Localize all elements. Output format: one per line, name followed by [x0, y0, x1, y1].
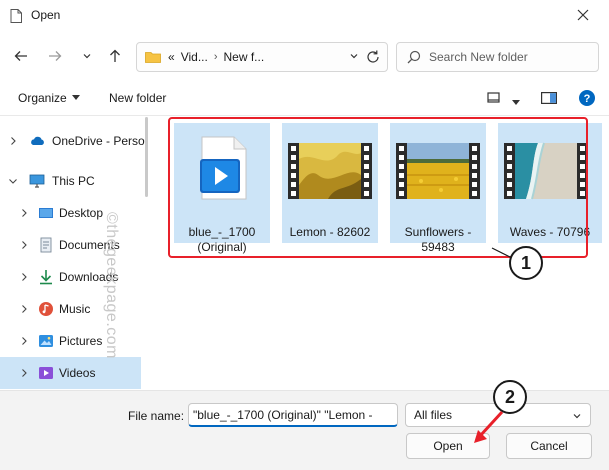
watermark: ©thegeekpage.com [103, 212, 120, 359]
file-name-field[interactable]: "blue_-_1700 (Original)" "Lemon - [188, 403, 398, 427]
view-options-button[interactable] [512, 95, 520, 109]
navigation-pane: OneDrive - Perso This PC Desktop Documen… [0, 117, 152, 390]
view-icon [487, 92, 500, 103]
file-name: Sunflowers - 59483 [404, 225, 472, 254]
search-box[interactable] [396, 42, 599, 72]
videos-icon [39, 367, 53, 379]
breadcrumb-overflow[interactable]: « [168, 50, 175, 64]
search-input[interactable] [429, 50, 589, 64]
chevron-right-icon[interactable] [19, 272, 29, 282]
help-button[interactable]: ? [579, 90, 595, 109]
desktop-icon [39, 208, 53, 218]
video-file-icon [200, 136, 247, 200]
forward-button[interactable] [44, 45, 66, 67]
recent-locations-button[interactable] [76, 45, 98, 67]
step-marker-1: 1 [509, 246, 543, 280]
chevron-right-icon[interactable] [19, 368, 29, 378]
close-icon [577, 9, 589, 21]
monitor-icon [29, 174, 45, 188]
music-icon [39, 302, 53, 316]
arrow-left-icon [14, 51, 27, 61]
chevron-right-icon[interactable] [19, 336, 29, 346]
sidebar-item-videos[interactable]: Videos [0, 357, 141, 389]
chevron-right-icon[interactable] [19, 208, 29, 218]
chevron-down-icon [573, 414, 581, 419]
search-icon [407, 50, 421, 64]
breadcrumb-item[interactable]: New f... [224, 50, 265, 64]
file-item[interactable]: Lemon - 82602 [282, 123, 378, 243]
address-row: « Vid... › New f... [0, 30, 609, 82]
caret-down-icon [512, 100, 520, 105]
back-button[interactable] [10, 45, 32, 67]
file-name: Lemon - 82602 [289, 225, 371, 239]
chevron-right-icon[interactable] [19, 304, 29, 314]
document-icon [10, 9, 22, 23]
cancel-button[interactable]: Cancel [506, 433, 592, 459]
download-icon [40, 270, 52, 285]
folder-icon [145, 52, 161, 63]
sidebar-item-this-pc[interactable]: This PC [0, 165, 141, 197]
breadcrumb-item[interactable]: Vid... [181, 50, 208, 64]
organize-button[interactable]: Organize [18, 91, 80, 105]
sidebar-item-onedrive[interactable]: OneDrive - Perso [0, 125, 145, 157]
file-list: blue_-_1700 (Original) Lemon - 82602 Sun… [158, 117, 609, 390]
preview-pane-button[interactable] [541, 92, 558, 107]
chevron-right-icon[interactable]: › [214, 51, 218, 63]
svg-text:?: ? [584, 93, 591, 105]
arrow-pointer-icon [474, 410, 504, 443]
view-button[interactable] [487, 92, 501, 107]
sidebar-item-label: Videos [59, 366, 96, 380]
file-type-value: All files [414, 408, 453, 422]
open-label: Open [433, 439, 463, 453]
chevron-right-icon[interactable] [19, 240, 29, 250]
file-name-label: File name: [128, 409, 185, 423]
new-folder-label: New folder [109, 91, 167, 105]
sidebar-scrollbar[interactable] [145, 117, 148, 197]
arrow-right-icon [49, 51, 62, 61]
command-bar: Organize New folder ? [0, 82, 609, 116]
sidebar-item-label: Music [59, 302, 91, 316]
document-icon [40, 237, 52, 253]
video-thumbnail [288, 143, 372, 199]
help-icon: ? [579, 90, 595, 106]
caret-down-icon [71, 95, 80, 100]
chevron-down-icon[interactable] [8, 176, 18, 186]
sidebar-item-label: This PC [52, 174, 95, 188]
preview-pane-icon [541, 92, 558, 105]
organize-label: Organize [18, 91, 67, 105]
chevron-down-icon[interactable] [349, 51, 359, 61]
video-thumbnail [504, 142, 588, 200]
window-title: Open [31, 8, 61, 22]
file-item[interactable]: blue_-_1700 (Original) [174, 123, 270, 254]
file-name: Waves - 70796 [509, 225, 591, 239]
sidebar-item-label: OneDrive - Perso [52, 134, 145, 148]
up-button[interactable] [104, 45, 126, 67]
pictures-icon [39, 335, 53, 347]
video-thumbnail [396, 143, 480, 199]
cancel-label: Cancel [530, 439, 568, 453]
cloud-icon [31, 136, 44, 145]
address-bar[interactable]: « Vid... › New f... [136, 42, 388, 72]
file-name: blue_-_1700 (Original) [188, 225, 256, 254]
chevron-down-icon [83, 54, 91, 59]
arrow-up-icon [110, 49, 120, 62]
sidebar-item-label: Desktop [59, 206, 104, 220]
chevron-right-icon[interactable] [8, 136, 18, 146]
sidebar-item-label: Pictures [59, 334, 103, 348]
new-folder-button[interactable]: New folder [109, 91, 166, 105]
file-item[interactable]: Waves - 70796 [498, 123, 602, 243]
step-marker-2: 2 [493, 380, 527, 414]
title-bar: Open [0, 0, 609, 30]
refresh-icon[interactable] [365, 49, 381, 65]
close-button[interactable] [565, 4, 601, 26]
file-item[interactable]: Sunflowers - 59483 [390, 123, 486, 254]
